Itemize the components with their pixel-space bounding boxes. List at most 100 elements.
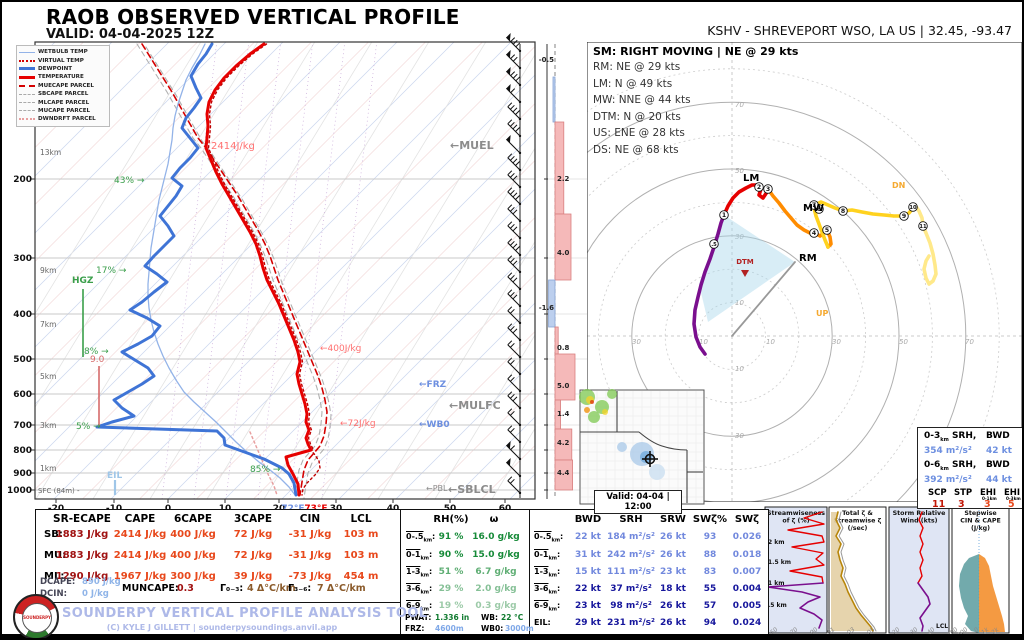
thermo-value: 1883 J/kg <box>55 529 109 540</box>
thermo-value: 39 J/kg <box>233 571 273 582</box>
legend-label: SBCAPE PARCEL <box>38 91 89 98</box>
panel-ytick: 1 km <box>768 580 785 587</box>
legend-item: WETBULB TEMP <box>19 48 107 56</box>
wb-label: WB: <box>481 613 498 622</box>
skewt-annotation: 85% → <box>250 465 281 475</box>
thermo-value: 1883 J/kg <box>55 550 109 561</box>
mini-panel-0: Streamwisenessof ζ (%)2 km1.5 km1 km.5 k… <box>764 506 828 636</box>
kinematics-header: BWD <box>574 514 602 525</box>
kinematics-value: 0.007 <box>732 567 762 577</box>
ring-label: 10 <box>735 365 744 373</box>
kinematics-value: 15 kt <box>575 567 601 577</box>
kinematics-value: 26 kt <box>660 601 686 611</box>
advection-value: -1.6 <box>539 304 554 312</box>
legend-label: MLCAPE PARCEL <box>38 99 90 106</box>
skewt-legend: WETBULB TEMP VIRTUAL TEMP DEWPOINT TEMPERAT… <box>16 45 110 127</box>
page-title: RAOB OBSERVED VERTICAL PROFILE <box>46 5 460 29</box>
mixing-ratio-value: 6.7 g/kg <box>475 567 517 577</box>
rh-value: 19 % <box>438 601 464 611</box>
station-title: KSHV - SHREVEPORT WSO, LA US | 32.45, -9… <box>707 23 1012 38</box>
frz-value: 4600m <box>435 624 464 633</box>
legend-sample-pinkdot <box>19 118 35 121</box>
advection-value: 2.2 <box>557 175 570 183</box>
radar-echo <box>590 400 594 404</box>
kinematics-value: 0.005 <box>732 601 762 611</box>
map-caption: Valid: 04-04 | 12:00 <box>594 490 682 514</box>
gamma36-value: 7 Δ°C/km <box>317 583 366 594</box>
radar-echo <box>584 407 590 413</box>
ring-label: 30 <box>632 338 641 346</box>
kinematics-row-label: 0-.5km: <box>534 532 564 544</box>
gamma03-label: Γ₀₋₃: <box>220 583 244 594</box>
index-value: 3 <box>984 499 991 510</box>
height-marker-label: 4 <box>812 230 817 237</box>
thermo-value: 400 J/kg <box>170 550 216 561</box>
kinematics-value: 55 <box>703 584 717 594</box>
legend-label: DEWPOINT <box>38 65 73 72</box>
radar-echo <box>602 409 608 415</box>
thermo-header: CAPE <box>124 513 156 525</box>
pressure-tick: 600 <box>13 390 32 400</box>
wetbulb-curve <box>147 43 296 496</box>
thermo-value: 72 J/kg <box>233 550 273 561</box>
dtm-label: DTM <box>736 258 754 266</box>
thermo-value: -31 J/kg <box>288 529 332 540</box>
sounderpy-logo: SOUNDERPY <box>13 594 59 638</box>
footer-credit: (C) KYLE J GILLETT | sounderpysoundings.… <box>106 623 338 632</box>
index-value: 3 <box>958 499 965 510</box>
kinematics-value: 26 kt <box>660 550 686 560</box>
cold-advection-bar <box>552 76 556 123</box>
height-marker-label: 3 <box>766 186 770 193</box>
storm-motion-line-text: DTM: N @ 20 kts <box>593 110 681 123</box>
skewt-annotation: 5% → <box>76 422 101 432</box>
height-marker-label: 10 <box>909 205 917 211</box>
thermo-header: 3CAPE <box>233 513 273 525</box>
muncape-label: MUNCAPE: <box>122 583 179 594</box>
storm-motion-line-text: RM: NE @ 29 kts <box>593 61 681 73</box>
height-marker-label: 2 <box>757 184 761 191</box>
height-label: 7km <box>40 320 56 329</box>
warm-advection-bar <box>554 213 572 281</box>
panel-title: CIN & CAPE <box>960 518 1001 525</box>
mixing-ratio-value: 16.0 g/kg <box>472 532 520 542</box>
height-marker-label: .5 <box>711 242 717 248</box>
dcin-value: 0 J/kg <box>82 589 109 599</box>
thermo-value: 103 m <box>343 529 379 540</box>
legend-item: SBCAPE PARCEL <box>19 90 107 98</box>
kinematics-value: 22 kt <box>575 532 601 542</box>
kinematics-header: SRW <box>660 514 686 525</box>
mini-panel-1: Total ζ &Streamwise ζ(/sec).01.03.05 <box>824 506 887 638</box>
skewt-annotation: 2414J/kg <box>211 141 255 152</box>
kinematics-value: 0.018 <box>732 550 762 560</box>
kinematics-value: 0.004 <box>732 584 762 594</box>
wb-value: 22 °C <box>501 613 524 622</box>
kinematics-row-label: 0-1km: <box>534 550 561 562</box>
kinematics-value: 93 <box>703 532 717 542</box>
kinematics-row-label: 6-9km: <box>534 601 561 613</box>
dcape-label: DCAPE: <box>40 577 76 587</box>
dcape-value: 890 J/kg <box>82 577 121 587</box>
moisture-row-label: 1-3km: <box>406 567 433 579</box>
legend-sample-thinblue <box>19 51 35 53</box>
height-marker-label: 8 <box>841 208 845 215</box>
kinematics-value: 26 kt <box>660 618 686 628</box>
hodo-label-up: UP <box>816 309 828 318</box>
storm-motion-sm: SM: RIGHT MOVING | NE @ 29 kts <box>593 45 799 58</box>
footer-tool-name: SOUNDERPY VERTICAL PROFILE ANALYSIS TOOL <box>62 606 428 621</box>
thermo-value: 1967 J/kg <box>113 571 167 582</box>
moisture-header: RH(%) <box>433 514 469 525</box>
gamma36-label: Γ₃₋₆: <box>288 583 312 594</box>
height-label: 3km <box>40 421 56 430</box>
kinematics-value: 242 m²/s² <box>607 550 655 560</box>
legend-sample-graydash <box>19 93 35 95</box>
storm-motion-line-text: LM: N @ 49 kts <box>593 77 673 90</box>
kinematics-value: 0.026 <box>732 532 762 542</box>
valid-time: VALID: 04-04-2025 12Z <box>46 27 215 42</box>
kinematics-value: 57 <box>703 601 717 611</box>
panel-ytick: .5 km <box>768 602 787 609</box>
index-header: SCP <box>928 488 947 498</box>
kinematics-value: 184 m²/s² <box>607 532 655 542</box>
srh-box-cell: 44 kt <box>986 474 1012 485</box>
kinematics-row-label: 3-6km: <box>534 584 561 596</box>
advection-value: 0.8 <box>557 344 570 352</box>
